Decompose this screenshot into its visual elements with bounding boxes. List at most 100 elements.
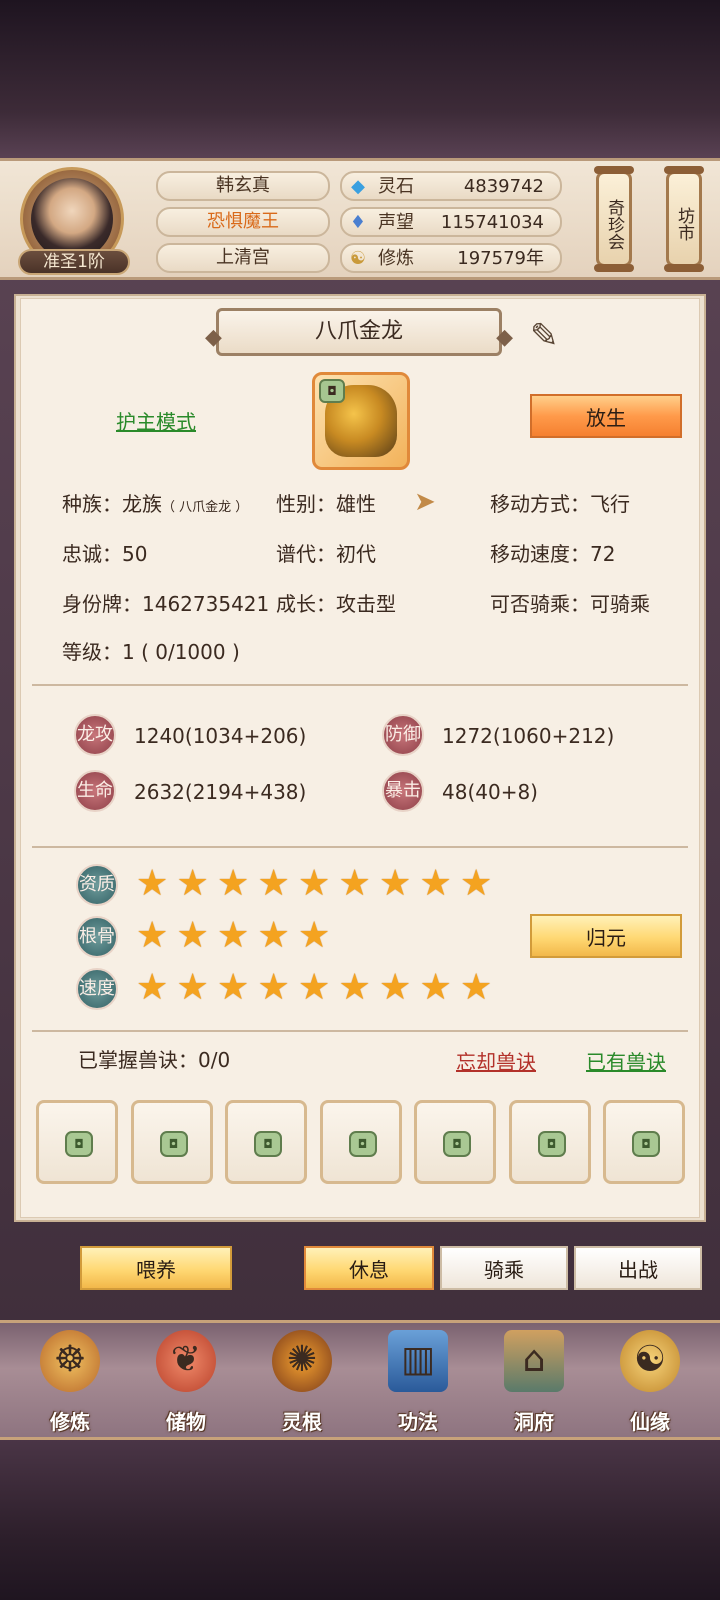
lock-icon: ◘	[632, 1131, 660, 1157]
release-button[interactable]: 放生	[530, 394, 682, 438]
skill-slot[interactable]: ◘	[225, 1100, 307, 1184]
move-type-info: 移动方式：飞行	[490, 492, 630, 516]
nav-fate[interactable]: ☯ 仙缘	[602, 1326, 698, 1436]
resource-label: 声望	[378, 212, 414, 233]
skill-slot[interactable]: ◘	[508, 1100, 591, 1184]
star-icon: ★	[298, 863, 331, 904]
hp-value: 2632(2194+438)	[134, 780, 307, 804]
resource-spirit-stone: ◆ 灵石 4839742	[340, 171, 562, 201]
star-icon: ★	[298, 967, 331, 1008]
star-icon: ★	[379, 863, 412, 904]
player-title[interactable]: 恐惧魔王	[156, 207, 330, 237]
lock-icon: ◘	[159, 1131, 188, 1157]
reset-button[interactable]: 归元	[530, 914, 682, 958]
star-icon: ★	[176, 863, 209, 904]
nav-label: 修炼	[50, 1410, 90, 1434]
flame-icon: ♦	[349, 212, 367, 233]
bone-badge: 根骨	[76, 916, 118, 958]
star-icon: ★	[176, 967, 209, 1008]
skill-slot[interactable]: ◘	[414, 1100, 496, 1184]
crit-value: 48(40+8)	[442, 780, 538, 804]
book-icon: ▥	[388, 1330, 448, 1392]
lock-icon: ◘	[537, 1131, 566, 1157]
divider	[32, 846, 688, 848]
growth-info: 成长：攻击型	[276, 592, 396, 616]
nav-label: 储物	[166, 1410, 206, 1434]
generation-info: 谱代：初代	[276, 542, 376, 566]
meditation-icon: ☯	[349, 248, 367, 269]
bag-icon: ❦	[156, 1330, 216, 1392]
nav-spirit-root[interactable]: ✺ 灵根	[254, 1326, 350, 1436]
star-icon: ★	[136, 967, 169, 1008]
lock-icon: ◘	[254, 1131, 282, 1157]
attack-value: 1240(1034+206)	[134, 724, 307, 748]
skill-slot[interactable]: ◘	[130, 1100, 213, 1184]
star-icon: ★	[257, 863, 290, 904]
rename-book-icon[interactable]: ✎	[530, 316, 580, 356]
nav-label: 洞府	[514, 1410, 554, 1434]
defense-badge: 防御	[382, 714, 424, 756]
star-icon: ★	[419, 967, 452, 1008]
player-header: 准圣1阶 韩玄真 恐惧魔王 上清宫 ◆ 灵石 4839742 ♦ 声望 1157…	[0, 158, 720, 280]
star-icon: ★	[217, 863, 250, 904]
nav-label: 仙缘	[630, 1410, 670, 1434]
attack-badge: 龙攻	[74, 714, 116, 756]
skill-slot[interactable]: ◘	[36, 1100, 118, 1184]
star-icon: ★	[257, 915, 290, 956]
star-icon: ★	[338, 967, 371, 1008]
divider	[32, 1030, 688, 1032]
market-button[interactable]: 坊市	[664, 166, 704, 272]
skill-slot[interactable]: ◘	[603, 1100, 685, 1184]
gem-icon: ◆	[351, 176, 365, 197]
switch-arrow-icon[interactable]: ➤	[414, 488, 446, 516]
star-icon: ★	[217, 915, 250, 956]
nav-storage[interactable]: ❦ 储物	[138, 1326, 234, 1436]
nav-label: 灵根	[282, 1410, 322, 1434]
owned-skills-link[interactable]: 已有兽诀	[586, 1046, 666, 1075]
star-icon: ★	[298, 915, 331, 956]
skill-slot[interactable]: ◘	[319, 1100, 402, 1184]
speed-badge: 速度	[76, 968, 118, 1010]
lock-icon: ◘	[443, 1131, 471, 1157]
star-icon: ★	[460, 863, 493, 904]
spirit-root-icon: ✺	[272, 1330, 332, 1392]
battle-button[interactable]: 出战	[574, 1246, 702, 1290]
player-name: 韩玄真	[156, 171, 330, 201]
rideable-info: 可否骑乘：可骑乘	[490, 592, 650, 616]
gourd-icon: ☯	[620, 1330, 680, 1392]
lock-icon: ◘	[65, 1131, 93, 1157]
player-sect: 上清宫	[156, 243, 330, 273]
loyalty-info: 忠诚：50	[62, 542, 148, 566]
aptitude-badge: 资质	[76, 864, 118, 906]
pet-name-banner: 八爪金龙	[205, 308, 513, 359]
guard-mode-link[interactable]: 护主模式	[116, 406, 196, 435]
rest-button[interactable]: 休息	[304, 1246, 434, 1290]
star-icon: ★	[136, 915, 169, 956]
treasure-fair-button[interactable]: 奇珍会	[594, 166, 634, 272]
lock-icon: ◘	[348, 1131, 377, 1157]
nav-techniques[interactable]: ▥ 功法	[370, 1326, 466, 1436]
nav-cave[interactable]: ⌂ 洞府	[486, 1326, 582, 1436]
bottom-backdrop	[0, 1440, 720, 1600]
star-icon: ★	[338, 863, 371, 904]
nav-cultivate[interactable]: ☸ 修炼	[22, 1326, 118, 1436]
crit-badge: 暴击	[382, 770, 424, 812]
star-icon: ★	[176, 915, 209, 956]
top-backdrop	[0, 0, 720, 160]
ride-button[interactable]: 骑乘	[440, 1246, 568, 1290]
level-info: 等级：1 ( 0/1000 )	[62, 640, 240, 664]
defense-value: 1272(1060+212)	[442, 724, 615, 748]
resource-reputation: ♦ 声望 115741034	[340, 207, 562, 237]
feed-button[interactable]: 喂养	[80, 1246, 232, 1290]
resource-label: 修炼	[378, 248, 414, 269]
star-icon: ★	[460, 967, 493, 1008]
forget-skill-link[interactable]: 忘却兽诀	[456, 1046, 536, 1075]
move-speed-info: 移动速度：72	[490, 542, 616, 566]
race-text: 种族：龙族	[62, 492, 162, 516]
race-info: 种族：龙族（ 八爪金龙 ）	[62, 490, 248, 522]
pet-portrait[interactable]: ◘	[312, 372, 410, 470]
skills-mastered: 已掌握兽诀：0/0	[78, 1048, 231, 1072]
resource-label: 灵石	[378, 176, 414, 197]
cave-icon: ⌂	[504, 1330, 564, 1392]
star-icon: ★	[217, 967, 250, 1008]
